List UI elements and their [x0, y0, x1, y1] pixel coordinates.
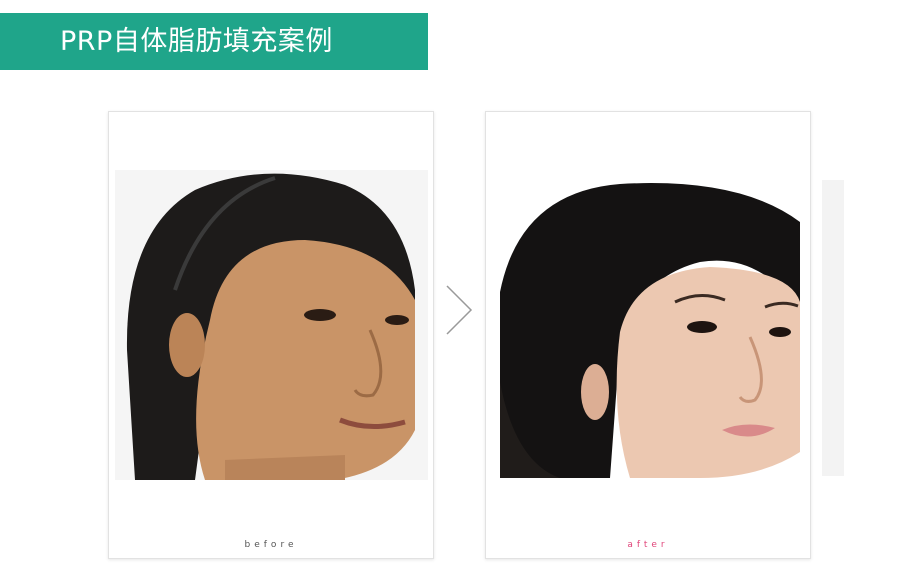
chevron-right-icon: [446, 285, 473, 335]
after-photo: [500, 182, 800, 478]
after-label: after: [627, 540, 669, 550]
after-card: after: [485, 111, 811, 559]
page-title: PRP自体脂肪填充案例: [60, 26, 333, 57]
before-label: before: [244, 540, 298, 550]
before-photo: [115, 170, 428, 480]
ghost-image-strip: [822, 180, 844, 476]
title-banner: PRP自体脂肪填充案例: [0, 13, 428, 70]
before-card: before: [108, 111, 434, 559]
